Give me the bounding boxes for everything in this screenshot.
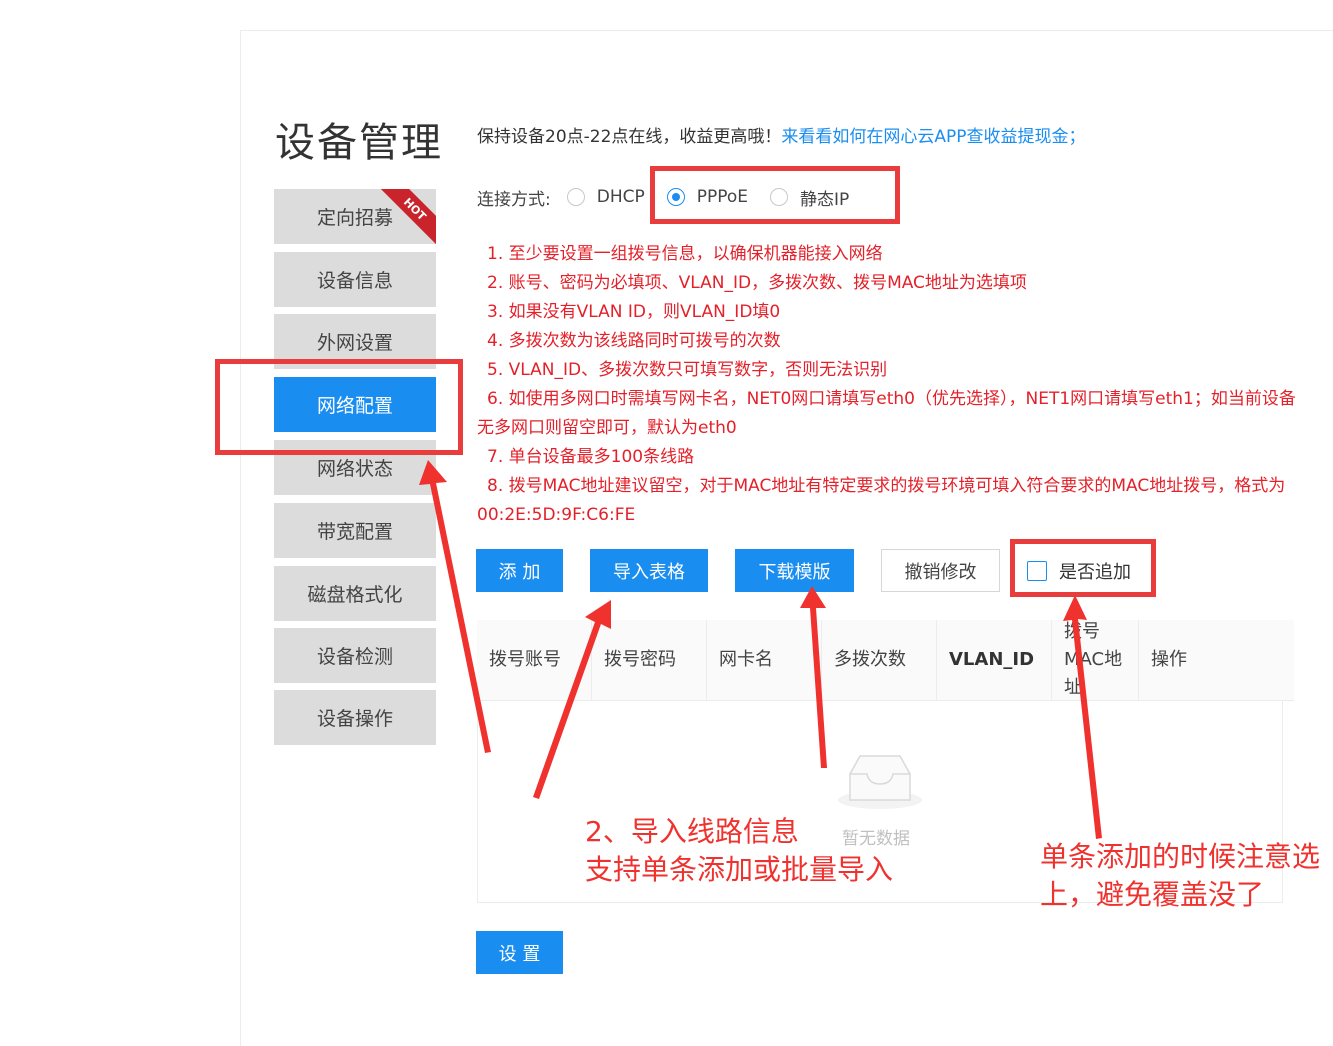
instruction-item: 4. 多拨次数为该线路同时可拨号的次数 [487,331,781,351]
annotation-line: 2、导入线路信息 [585,815,799,848]
instruction-item: 8. 拨号MAC地址建议留空，对于MAC地址有特定要求的拨号环境可填入符合要求的… [477,476,1286,525]
sidebar-item-disk-format[interactable]: 磁盘格式化 [274,566,436,621]
sidebar-item-label: 设备操作 [316,708,393,730]
instruction-item: 3. 如果没有VLAN ID，则VLAN_ID填0 [487,302,781,322]
column-header: 拨号密码 [592,620,707,700]
sidebar-item-label: 带宽配置 [316,521,393,543]
sidebar-item-label: 磁盘格式化 [307,584,403,606]
sidebar-item-label: 网络状态 [316,458,393,480]
sidebar-item-label: 定向招募 [316,207,393,229]
radio-label: DHCP [596,187,645,207]
sidebar-item-label: 设备检测 [316,646,393,668]
column-header: 拨号MAC地址 [1052,620,1139,700]
instructions-list: 1. 至少要设置一组拨号信息，以确保机器能接入网络 2. 账号、密码为必填项、V… [477,240,1297,530]
highlight-sidebar-box [215,359,463,455]
annotation-line: 上，避免覆盖没了 [1040,878,1265,911]
annotation-line: 单条添加的时候注意选 [1040,840,1321,873]
annotation-append-note: 单条添加的时候注意选 上，避免覆盖没了 [1040,838,1320,914]
import-table-button[interactable]: 导入表格 [590,549,708,592]
column-header: 操作 [1151,649,1187,670]
connection-label: 连接方式: [477,189,551,210]
instruction-item: 6. 如使用多网口时需填写网卡名，NET0网口请填写eth0（优先选择），NET… [477,389,1296,438]
notice-link[interactable]: 来看看如何在网心云APP查收益提现金； [781,127,1085,147]
sidebar-item-device-operation[interactable]: 设备操作 [274,690,436,745]
instruction-item: 2. 账号、密码为必填项、VLAN_ID，多拨次数、拨号MAC地址为选填项 [487,273,1027,293]
radio-circle[interactable] [566,188,585,206]
undo-changes-button[interactable]: 撤销修改 [881,549,1000,592]
submit-button[interactable]: 设 置 [476,931,563,974]
add-button[interactable]: 添 加 [476,549,563,592]
column-header: 多拨次数 [822,620,937,700]
sidebar-item-directed-recruit[interactable]: 定向招募 HOT [274,189,436,244]
instruction-item: 1. 至少要设置一组拨号信息，以确保机器能接入网络 [487,244,883,264]
highlight-connection-box [650,166,900,224]
radio-dhcp[interactable]: DHCP [566,187,645,207]
sidebar-item-label: 设备信息 [316,270,393,292]
highlight-append-box [1010,539,1156,597]
sidebar-item-label: 外网设置 [316,332,393,354]
sidebar-item-bandwidth-config[interactable]: 带宽配置 [274,503,436,558]
column-header: 拨号账号 [477,620,592,700]
annotation-import-note: 2、导入线路信息 支持单条添加或批量导入 [585,813,893,889]
table-header: 拨号账号 拨号密码 网卡名 多拨次数 VLAN_ID 拨号MAC地址 操作 [477,620,1294,701]
column-header: VLAN_ID [937,620,1052,700]
instruction-item: 5. VLAN_ID、多拨次数只可填写数字，否则无法识别 [487,360,888,380]
sidebar-item-device-check[interactable]: 设备检测 [274,628,436,683]
income-notice: 保持设备20点-22点在线，收益更高哦！来看看如何在网心云APP查收益提现金； [477,122,1086,147]
column-header: 网卡名 [707,620,822,700]
page-title: 设备管理 [275,120,443,166]
notice-text: 保持设备20点-22点在线，收益更高哦！ [477,127,782,147]
sidebar-item-device-info[interactable]: 设备信息 [274,252,436,307]
instruction-item: 7. 单台设备最多100条线路 [487,447,695,467]
download-template-button[interactable]: 下载模版 [735,549,854,592]
annotation-line: 支持单条添加或批量导入 [585,853,894,886]
